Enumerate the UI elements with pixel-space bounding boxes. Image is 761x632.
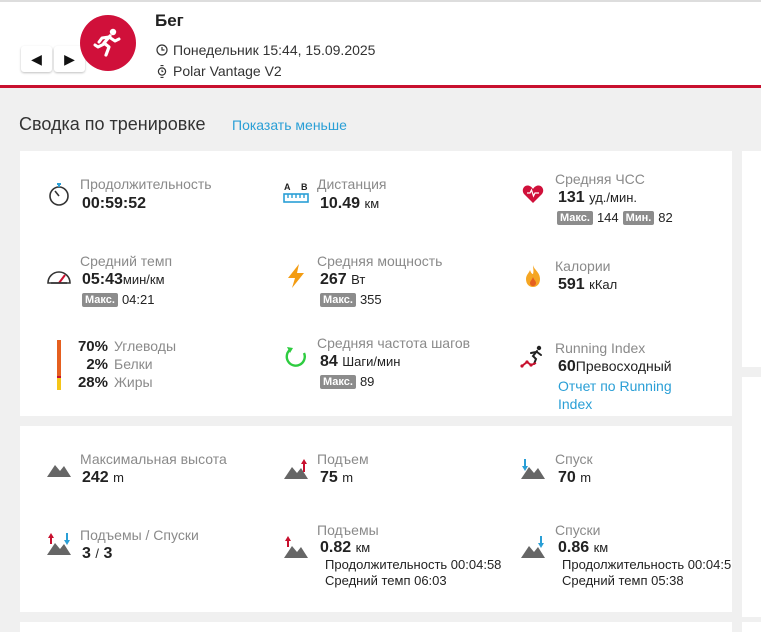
ups-downs-value: 3 / 3 (82, 545, 113, 562)
uphills-duration: Продолжительность 00:04:58 (325, 557, 502, 572)
ups-downs-icon (45, 530, 73, 558)
distance-value: 10.49 км (320, 195, 380, 212)
downhills-icon (519, 533, 547, 561)
fat-bar (57, 378, 61, 390)
previous-workout-button[interactable]: ◀ (21, 46, 52, 72)
descent-value: 70 m (558, 469, 592, 486)
macro-protein: 2% Белки (86, 356, 153, 373)
avg-pace-value: 05:43мин/км (82, 271, 165, 288)
clock-icon (156, 44, 168, 56)
watch-icon (157, 64, 167, 78)
side-card-third (742, 622, 761, 632)
descent-icon (519, 455, 547, 483)
duration-label: Продолжительность (80, 176, 212, 192)
macro-carbs: 70% Углеводы (77, 338, 177, 355)
distance-label: Дистанция (317, 176, 387, 192)
avg-pace-label: Средний темп (80, 253, 173, 269)
running-sport-icon (80, 15, 136, 71)
workout-datetime: Понедельник 15:44, 15.09.2025 (156, 42, 375, 58)
speedometer-icon (45, 262, 73, 290)
uphills-value: 0.82 км (320, 539, 371, 556)
avg-power-value: 267 Вт (320, 271, 366, 288)
device-text: Polar Vantage V2 (173, 63, 282, 79)
uphills-label: Подъемы (317, 522, 379, 538)
downhills-value: 0.86 км (558, 539, 609, 556)
show-less-link[interactable]: Показать меньше (232, 117, 347, 133)
avg-pace-max: Макс. 04:21 (82, 292, 155, 307)
ascent-icon (282, 455, 310, 483)
next-card (20, 622, 732, 632)
downhills-label: Спуски (555, 522, 601, 538)
uphills-pace: Средний темп 06:03 (325, 573, 447, 588)
ups-downs-label: Подъемы / Спуски (80, 527, 199, 543)
macro-fat: 28% Жиры (77, 374, 153, 391)
downhills-duration: Продолжительность 00:04:5 (562, 557, 732, 572)
max-badge: Макс. (557, 210, 593, 225)
workout-title: Бег (155, 11, 184, 30)
heart-icon (519, 180, 547, 208)
summary-title: Сводка по тренировке (19, 114, 206, 134)
running-index-report-link[interactable]: Отчет по Running Index (558, 377, 672, 413)
side-card-top (742, 151, 761, 367)
avg-hr-range: Макс. 144 Мин. 82 (557, 210, 673, 225)
avg-hr-value: 131 уд./мин. (558, 189, 638, 206)
avg-power-max: Макс. 355 (320, 292, 382, 307)
datetime-text: Понедельник 15:44, 15.09.2025 (173, 42, 376, 58)
lightning-icon (282, 262, 310, 290)
descent-label: Спуск (555, 451, 593, 467)
running-index-icon (519, 343, 547, 371)
workout-device: Polar Vantage V2 (156, 63, 282, 79)
ascent-label: Подъем (317, 451, 369, 467)
flame-icon (519, 262, 547, 290)
carbs-bar (57, 340, 61, 376)
svg-text:B: B (301, 182, 308, 192)
ascent-value: 75 m (320, 469, 354, 486)
max-badge: Макс. (82, 292, 118, 307)
cadence-label: Средняя частота шагов (317, 335, 471, 351)
avg-power-label: Средняя мощность (317, 253, 443, 269)
max-altitude-value: 242 m (82, 469, 124, 486)
cadence-max: Макс. 89 (320, 374, 374, 389)
cadence-value: 84 Шаги/мин (320, 353, 401, 370)
duration-value: 00:59:52 (82, 195, 147, 212)
running-index-value: 60Превосходный (558, 358, 672, 375)
avg-hr-label: Средняя ЧСС (555, 171, 645, 187)
calories-value: 591 кКал (558, 276, 618, 293)
max-altitude-label: Максимальная высота (80, 451, 227, 467)
cadence-icon (282, 343, 310, 371)
calories-label: Калории (555, 258, 611, 274)
stopwatch-icon (45, 180, 73, 208)
downhills-pace: Средний темп 05:38 (562, 573, 684, 588)
uphills-icon (282, 533, 310, 561)
running-index-label: Running Index (555, 340, 646, 356)
mountain-icon (45, 455, 73, 483)
svg-text:A: A (284, 182, 291, 192)
max-badge: Макс. (320, 374, 356, 389)
max-badge: Макс. (320, 292, 356, 307)
side-card-bottom (742, 377, 761, 617)
distance-icon: AB (282, 180, 310, 208)
workout-header: ◀ ▶ Бег Понедельник 15:44, 15.09.2025 Po… (0, 0, 761, 88)
min-badge: Мин. (622, 210, 655, 225)
